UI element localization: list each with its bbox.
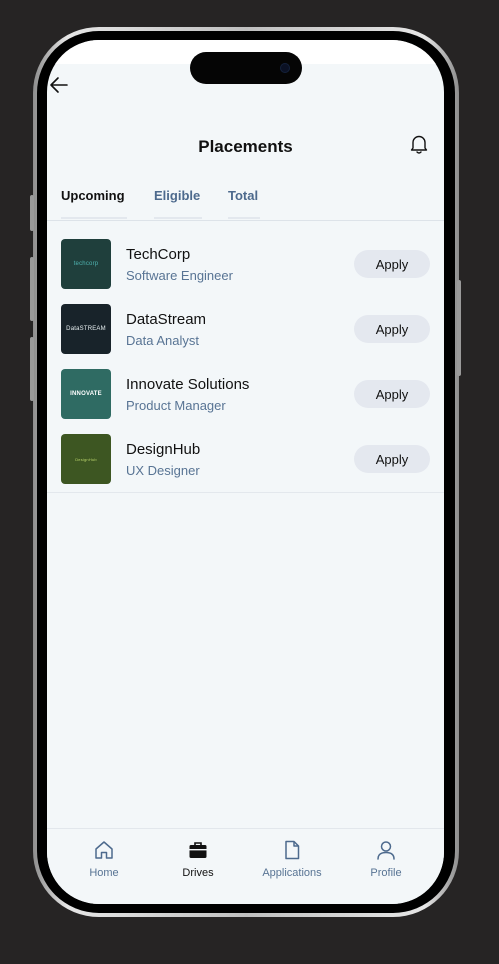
company-name: DataStream xyxy=(126,311,207,328)
job-role: Data Analyst xyxy=(126,333,199,348)
volume-up-button xyxy=(30,257,34,321)
power-button xyxy=(457,280,461,376)
apply-button[interactable]: Apply xyxy=(354,315,430,343)
logo-text: DesignHub xyxy=(75,456,97,462)
tab-total[interactable]: Total xyxy=(228,188,261,219)
apply-button[interactable]: Apply xyxy=(354,445,430,473)
job-role: UX Designer xyxy=(126,463,200,478)
list-item: DataSTREAM DataStream Data Analyst Apply xyxy=(47,293,444,358)
divider xyxy=(47,492,444,493)
back-arrow-icon[interactable] xyxy=(47,75,69,95)
nav-drives[interactable]: Drives xyxy=(158,839,238,879)
action-button xyxy=(30,195,34,231)
nav-label: Drives xyxy=(182,867,214,879)
camera-icon xyxy=(280,63,290,73)
tab-upcoming[interactable]: Upcoming xyxy=(61,188,127,219)
tab-eligible[interactable]: Eligible xyxy=(154,188,203,219)
list-item: DesignHub DesignHub UX Designer Apply xyxy=(47,423,444,488)
nav-label: Home xyxy=(89,867,119,879)
briefcase-icon xyxy=(189,842,207,858)
logo-text: INNOVATE xyxy=(70,391,102,397)
job-role: Software Engineer xyxy=(126,268,233,283)
tab-underline xyxy=(154,217,203,219)
bell-icon[interactable] xyxy=(409,133,429,155)
job-role: Product Manager xyxy=(126,398,226,413)
company-logo: DataSTREAM xyxy=(61,304,111,354)
home-icon xyxy=(95,841,113,859)
tab-label: Total xyxy=(228,188,259,203)
company-logo: INNOVATE xyxy=(61,369,111,419)
nav-home[interactable]: Home xyxy=(64,839,144,879)
nav-applications[interactable]: Applications xyxy=(252,839,332,879)
app-screen: Placements Upcoming Eligible Total techc… xyxy=(47,40,444,904)
divider xyxy=(47,220,444,221)
list-item: INNOVATE Innovate Solutions Product Mana… xyxy=(47,358,444,423)
company-logo: techcorp xyxy=(61,239,111,289)
tab-underline xyxy=(228,217,261,219)
apply-button[interactable]: Apply xyxy=(354,380,430,408)
nav-label: Profile xyxy=(370,867,402,879)
nav-profile[interactable]: Profile xyxy=(346,839,426,879)
volume-down-button xyxy=(30,337,34,401)
document-icon xyxy=(285,840,300,860)
user-icon xyxy=(377,841,395,860)
company-name: Innovate Solutions xyxy=(126,376,250,393)
list-item: techcorp TechCorp Software Engineer Appl… xyxy=(47,228,444,293)
tab-label: Upcoming xyxy=(61,188,125,203)
bottom-navigation: Home Drives Applications Profile xyxy=(47,828,444,904)
tab-label: Eligible xyxy=(154,188,201,203)
page-title: Placements xyxy=(198,137,293,156)
logo-text: techcorp xyxy=(73,261,99,267)
apply-button[interactable]: Apply xyxy=(354,250,430,278)
tab-underline xyxy=(61,217,127,219)
company-name: TechCorp xyxy=(126,246,191,263)
company-name: DesignHub xyxy=(126,441,201,458)
company-logo: DesignHub xyxy=(61,434,111,484)
nav-label: Applications xyxy=(262,867,322,879)
dynamic-island xyxy=(190,52,302,84)
logo-text: DataSTREAM xyxy=(66,326,106,332)
